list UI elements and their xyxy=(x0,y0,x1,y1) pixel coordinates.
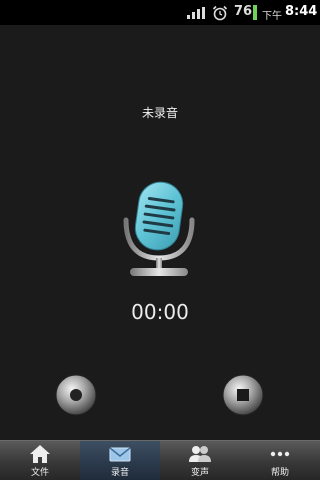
more-icon xyxy=(270,451,290,457)
recording-timer: 00:00 xyxy=(131,300,189,324)
envelope-icon xyxy=(109,447,131,462)
stop-button[interactable] xyxy=(222,374,264,416)
status-bar: 76 下午 8:44 xyxy=(0,0,320,25)
tab-voice-change-label: 变声 xyxy=(190,468,209,478)
record-icon xyxy=(70,389,82,401)
bottom-nav: 文件 录音 变声 帮助 xyxy=(0,440,320,480)
tab-record-label: 录音 xyxy=(110,468,129,478)
tab-files[interactable]: 文件 xyxy=(0,441,80,480)
stop-icon xyxy=(237,389,249,401)
tab-help[interactable]: 帮助 xyxy=(240,441,320,480)
battery-icon xyxy=(253,5,257,20)
ampm-label: 下午 xyxy=(262,11,282,22)
battery-level: 76 xyxy=(234,4,253,19)
alarm-icon xyxy=(212,5,228,21)
tab-files-label: 文件 xyxy=(30,468,49,478)
home-icon xyxy=(30,445,50,463)
tab-record[interactable]: 录音 xyxy=(80,441,160,480)
clock-time: 8:44 xyxy=(285,4,318,19)
people-icon xyxy=(189,446,211,462)
record-button[interactable] xyxy=(55,374,97,416)
signal-icon xyxy=(187,7,205,19)
tab-help-label: 帮助 xyxy=(270,468,289,478)
recording-status-label: 未录音 xyxy=(141,106,178,120)
microphone-icon xyxy=(123,181,195,276)
tab-voice-change[interactable]: 变声 xyxy=(160,441,240,480)
recorder-screen: 76 下午 8:44 未录音 00:00 文件 录音 变声 帮助 xyxy=(0,0,320,480)
